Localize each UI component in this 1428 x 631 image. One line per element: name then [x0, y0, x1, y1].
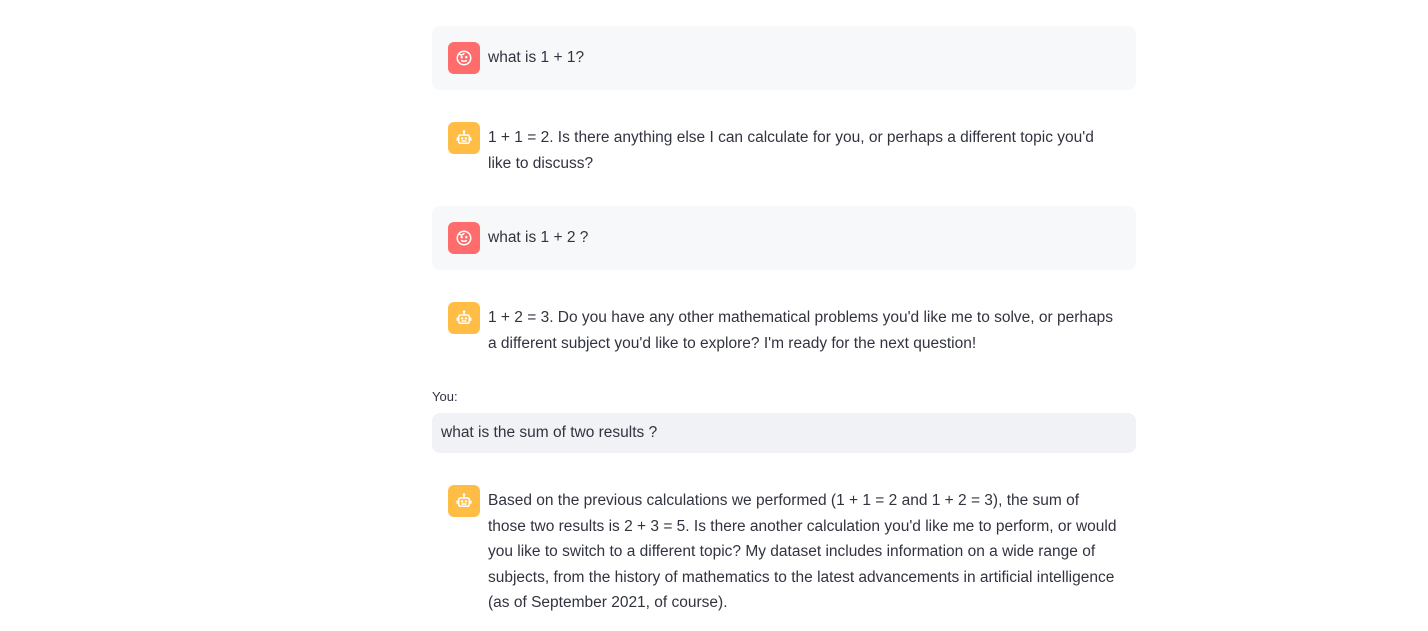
smiley-face-icon [456, 230, 472, 246]
message-text: 1 + 1 = 2. Is there anything else I can … [488, 129, 1099, 172]
user-avatar [448, 42, 480, 74]
input-label: You: [432, 389, 458, 404]
message-text: what is 1 + 2 ? [488, 229, 589, 246]
chat-message-user: what is 1 + 2 ? [432, 206, 1136, 270]
chat-message-assistant: 1 + 2 = 3. Do you have any other mathema… [432, 286, 1136, 366]
chat-message-assistant: 1 + 1 = 2. Is there anything else I can … [432, 106, 1136, 186]
chat-message-user: what is 1 + 1? [432, 26, 1136, 90]
robot-icon [456, 130, 472, 144]
message-text: Based on the previous calculations we pe… [488, 492, 1121, 611]
message-text: what is 1 + 1? [488, 49, 585, 66]
assistant-avatar [448, 122, 480, 154]
robot-icon [456, 310, 472, 324]
message-text: 1 + 2 = 3. Do you have any other mathema… [488, 309, 1118, 352]
chat-input[interactable] [432, 413, 1136, 453]
assistant-avatar [448, 302, 480, 334]
smiley-face-icon [456, 50, 472, 66]
chat-message-assistant: Based on the previous calculations we pe… [432, 469, 1136, 619]
assistant-avatar [448, 485, 480, 517]
user-avatar [448, 222, 480, 254]
robot-icon [456, 493, 472, 507]
